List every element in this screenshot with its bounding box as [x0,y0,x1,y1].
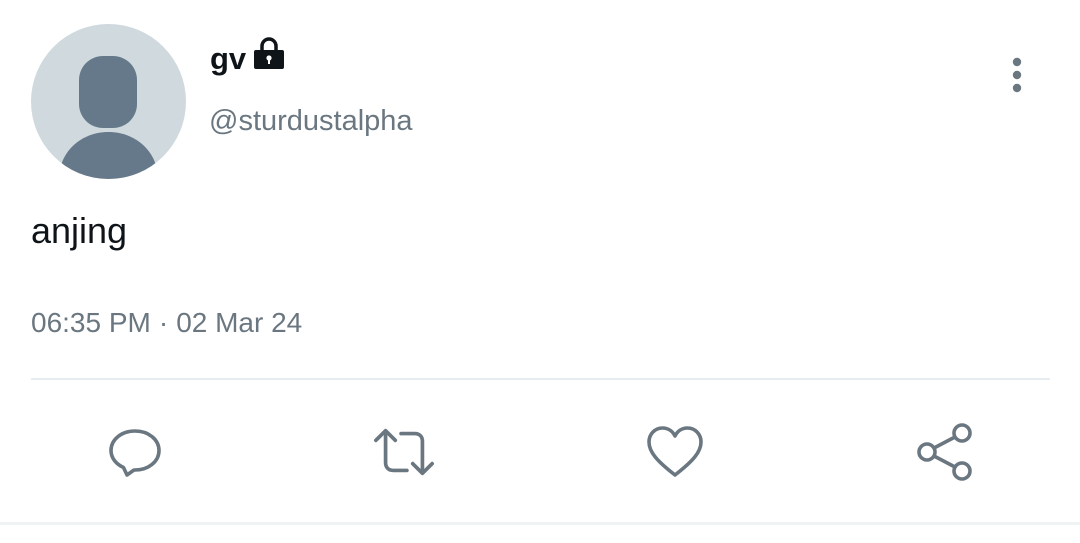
tweet-date: 02 Mar 24 [176,307,303,338]
share-button[interactable] [913,420,977,484]
more-options-icon[interactable] [1004,56,1030,96]
lock-icon [252,36,286,70]
tweet-time: 06:35 PM [31,307,151,338]
default-avatar-icon [59,56,158,179]
user-name-row[interactable]: gv [210,36,286,78]
like-button[interactable] [643,420,707,484]
bottom-divider [0,522,1080,525]
user-handle[interactable]: @sturdustalpha [209,104,413,139]
reply-button[interactable] [103,420,167,484]
retweet-button[interactable] [372,420,436,484]
display-name[interactable]: gv [210,43,246,74]
reply-icon [109,429,161,477]
tweet-text: anjing [31,210,128,251]
divider [31,378,1050,380]
heart-icon [647,426,703,477]
retweet-icon [374,428,434,476]
share-icon [917,423,972,481]
tweet-timestamp: 06:35 PM · 02 Mar 24 [31,306,302,340]
tweet-actions-bar [0,420,1080,484]
meta-separator: · [158,307,169,338]
avatar[interactable] [31,24,186,179]
